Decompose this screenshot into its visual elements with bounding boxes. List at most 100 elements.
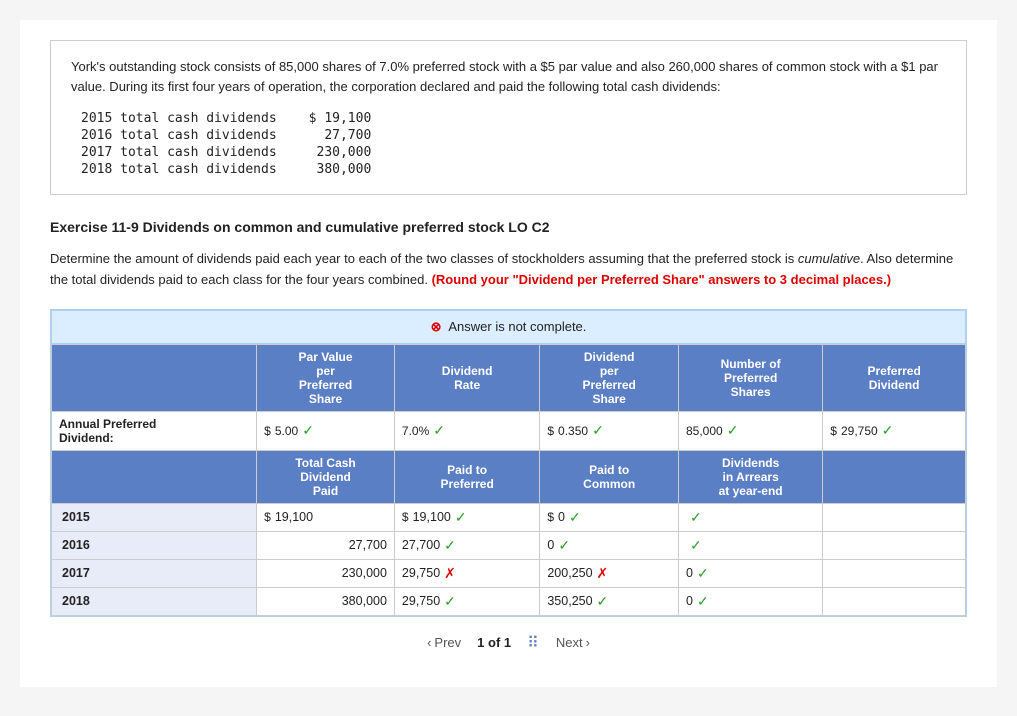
total-cash-2018: 380,000 [257,587,395,615]
arr-val-2018[interactable]: 0 [686,594,693,608]
tc-val-2015: 19,100 [275,510,313,524]
par-dollar: $ [264,424,271,438]
paid-pref-2017: 29,750 ✗ [394,559,539,587]
instruction-plain1: Determine the amount of dividends paid e… [50,251,798,266]
preferred-div-val[interactable]: 29,750 [841,424,878,438]
exercise-title: Exercise 11-9 Dividends on common and cu… [50,219,967,235]
instruction-italic: cumulative [798,251,860,266]
pc-val-2017[interactable]: 200,250 [547,566,592,580]
col2-header-paid-common: Paid toCommon [540,450,679,503]
col2-header-filler [823,450,966,503]
paid-common-2017: 200,250 ✗ [540,559,679,587]
pp-val-2018[interactable]: 29,750 [402,594,440,608]
paid-pref-2015: $ 19,100 ✓ [394,503,539,531]
div-per-share-dollar: $ [547,424,554,438]
arr-check-2016: ✓ [690,537,702,554]
total-cash-2017: 230,000 [257,559,395,587]
pp-check-2016: ✓ [444,537,456,554]
col2-header-paid-preferred: Paid toPreferred [394,450,539,503]
arr-check-2018: ✓ [697,593,709,610]
num-shares-check: ✓ [727,422,739,439]
arrears-2018: 0 ✓ [678,587,822,615]
arrears-2016: ✓ [678,531,822,559]
pc-check-2017: ✗ [597,565,609,582]
col2-header-total-cash: Total CashDividendPaid [257,450,395,503]
pc-val-2015[interactable]: 0 [558,510,565,524]
arr-check-2017: ✓ [697,565,709,582]
pp-val-2016[interactable]: 27,700 [402,538,440,552]
prev-label[interactable]: Prev [434,635,461,650]
table-row: 2015 $ 19,100 $ 19,100 ✓ [52,503,966,531]
par-value-val[interactable]: 5.00 [275,424,298,438]
dividend-row: 2016 total cash dividends 27,700 [81,127,383,144]
filler-2016 [823,531,966,559]
intro-text: York's outstanding stock consists of 85,… [71,57,946,96]
paid-common-2016: 0 ✓ [540,531,679,559]
pagination: ‹ Prev 1 of 1 ⠿ Next › [50,617,967,657]
pc-check-2015: ✓ [569,509,581,526]
num-shares-val[interactable]: 85,000 [686,424,723,438]
col-header-empty [52,344,257,411]
pp-dollar-2015: $ [402,510,409,524]
page-container: York's outstanding stock consists of 85,… [20,20,997,687]
annual-preferred-row: Annual PreferredDividend: $ 5.00 ✓ 7.0% … [52,411,966,450]
arr-val-2017[interactable]: 0 [686,566,693,580]
tc-val-2018: 380,000 [342,594,387,608]
arrears-2017: 0 ✓ [678,559,822,587]
not-complete-icon: ⊗ [431,319,442,334]
dividend-row: 2018 total cash dividends 380,000 [81,161,383,178]
div-per-share-check: ✓ [592,422,604,439]
col-header-par-value: Par ValueperPreferredShare [257,344,395,411]
dividend-rate-check: ✓ [433,422,445,439]
col2-header-arrears: Dividendsin Arrearsat year-end [678,450,822,503]
pc-val-2018[interactable]: 350,250 [547,594,592,608]
num-shares-cell: 85,000 ✓ [678,411,822,450]
div-per-share-cell: $ 0.350 ✓ [540,411,679,450]
dividend-table: 2015 total cash dividends$ 19,1002016 to… [81,110,383,178]
year-2017: 2017 [52,559,257,587]
pp-val-2015[interactable]: 19,100 [413,510,451,524]
col-header-div-per-share: DividendperPreferredShare [540,344,679,411]
pp-check-2018: ✓ [444,593,456,610]
dividend-row: 2015 total cash dividends$ 19,100 [81,110,383,127]
next-button[interactable]: Next › [556,635,590,650]
preferred-div-dollar: $ [830,424,837,438]
page-info: 1 of 1 [477,635,511,650]
col-header-num-shares: Number ofPreferredShares [678,344,822,411]
year-2015: 2015 [52,503,257,531]
grid-icon[interactable]: ⠿ [527,633,540,653]
paid-common-2018: 350,250 ✓ [540,587,679,615]
preferred-div-cell: $ 29,750 ✓ [823,411,966,450]
pp-check-2015: ✓ [455,509,467,526]
filler-2015 [823,503,966,531]
dividend-row: 2017 total cash dividends 230,000 [81,144,383,161]
tc-dollar-2015: $ [264,510,271,524]
pc-dollar-2015: $ [547,510,554,524]
instruction-highlight: (Round your "Dividend per Preferred Shar… [432,272,892,287]
second-header-row: Total CashDividendPaid Paid toPreferred … [52,450,966,503]
div-per-share-val[interactable]: 0.350 [558,424,588,438]
pc-val-2016[interactable]: 0 [547,538,554,552]
filler-2017 [823,559,966,587]
total-cash-2015: $ 19,100 [257,503,395,531]
prev-button[interactable]: ‹ Prev [427,635,461,650]
main-data-table: Par ValueperPreferredShare DividendRate … [51,344,966,616]
table-row: 2016 27,700 27,700 ✓ 0 [52,531,966,559]
par-value-check: ✓ [302,422,314,439]
col2-header-empty [52,450,257,503]
dividend-rate-val[interactable]: 7.0% [402,424,429,438]
filler-2018 [823,587,966,615]
pp-val-2017[interactable]: 29,750 [402,566,440,580]
table-row: 2018 380,000 29,750 ✓ 35 [52,587,966,615]
intro-box: York's outstanding stock consists of 85,… [50,40,967,195]
pc-check-2016: ✓ [558,537,570,554]
paid-pref-2018: 29,750 ✓ [394,587,539,615]
tc-val-2017: 230,000 [342,566,387,580]
annual-label: Annual PreferredDividend: [52,411,257,450]
banner-text: Answer is not complete. [448,319,586,334]
next-chevron-icon: › [586,635,590,650]
year-2016: 2016 [52,531,257,559]
next-label[interactable]: Next [556,635,583,650]
dividend-rate-cell: 7.0% ✓ [394,411,539,450]
paid-pref-2016: 27,700 ✓ [394,531,539,559]
